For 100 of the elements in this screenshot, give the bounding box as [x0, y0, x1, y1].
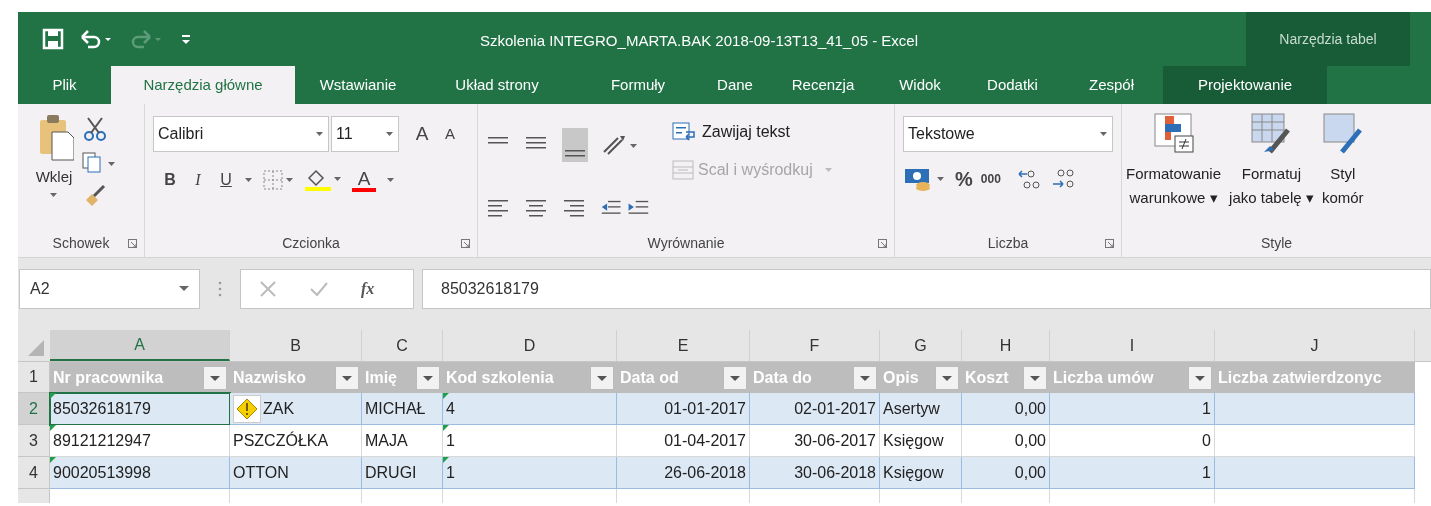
column-title: Opis — [883, 367, 919, 388]
cell-text: DRUGI — [365, 462, 417, 483]
filter-dropdown-icon[interactable] — [335, 365, 359, 390]
caret-icon — [50, 192, 58, 198]
ribbon-tab[interactable]: Projektowanie — [1163, 66, 1327, 104]
row-header[interactable]: 1 — [18, 362, 50, 393]
column-header[interactable]: A — [50, 330, 230, 361]
ribbon-tab[interactable]: Recenzja — [767, 66, 879, 104]
cell-text: 4 — [446, 398, 455, 419]
column-header[interactable]: B — [230, 330, 362, 361]
undo-icon[interactable] — [80, 29, 114, 49]
filter-dropdown-icon[interactable] — [416, 365, 440, 390]
ribbon-tab[interactable]: Zespół — [1064, 66, 1159, 104]
caret-icon — [386, 131, 394, 137]
caret-icon — [1100, 131, 1108, 137]
dialog-launcher-icon[interactable] — [1105, 239, 1115, 249]
style-button[interactable]: Formatuj jako tabelę ▾ — [1229, 112, 1314, 229]
window-title: Szkolenia INTEGRO_MARTA.BAK 2018-09-13T13_41_05 - Excel — [480, 31, 918, 51]
font-name-field[interactable]: Calibri — [153, 116, 329, 152]
shrink-font-button[interactable]: A — [437, 122, 463, 146]
dialog-launcher-icon[interactable] — [878, 239, 888, 249]
column-header[interactable]: C — [362, 330, 443, 361]
filter-dropdown-icon[interactable] — [853, 365, 877, 390]
column-header[interactable]: E — [617, 330, 750, 361]
italic-button[interactable]: I — [189, 168, 207, 192]
filter-dropdown-icon[interactable] — [203, 365, 227, 390]
cell-text: Księgow — [883, 462, 944, 483]
cell-text: MAJA — [365, 430, 408, 451]
ribbon-tab[interactable]: Narzędzia główne — [111, 66, 295, 104]
cell-text: 30-06-2017 — [794, 430, 876, 451]
row-header[interactable]: 2 — [18, 393, 50, 425]
fill-color-icon[interactable] — [303, 168, 341, 192]
name-box[interactable]: A2 — [19, 269, 200, 309]
dialog-launcher-icon[interactable] — [128, 239, 138, 249]
column-header[interactable]: H — [962, 330, 1050, 361]
ribbon-tab[interactable]: Formuły — [573, 66, 703, 104]
ribbon-tab[interactable]: Dane — [703, 66, 767, 104]
insert-function-button[interactable]: fx — [361, 277, 375, 301]
style-button[interactable]: Formatowanie warunkowe ▾ — [1126, 112, 1222, 229]
ribbon-tab[interactable]: Dodatki — [961, 66, 1064, 104]
percent-button[interactable]: % — [955, 164, 973, 194]
filter-dropdown-icon[interactable] — [935, 365, 959, 390]
cell-text: Księgow — [883, 430, 944, 451]
column-header[interactable]: I — [1050, 330, 1215, 361]
filter-dropdown-icon[interactable] — [1023, 365, 1047, 390]
cell-text: 1 — [1202, 398, 1211, 419]
group-label: Wyrównanie — [647, 233, 725, 253]
group-label: Schowek — [52, 233, 110, 253]
column-header[interactable]: G — [880, 330, 962, 361]
row-header[interactable]: 3 — [18, 425, 50, 457]
cell-text: PSZCZÓŁKA — [233, 430, 329, 451]
cell-text: 90020513998 — [53, 462, 151, 483]
comma-style-button[interactable]: 000 — [980, 170, 1001, 188]
paste-button[interactable]: Wklej — [26, 112, 82, 229]
font-color-button[interactable]: A — [351, 168, 377, 192]
cell-styles-icon — [1321, 112, 1364, 156]
column-title: Kod szkolenia — [446, 367, 554, 388]
filter-dropdown-icon[interactable] — [590, 365, 614, 390]
borders-icon[interactable] — [263, 170, 293, 190]
ribbon-tab[interactable]: Wstawianie — [295, 66, 421, 104]
conditional-formatting-icon — [1152, 112, 1195, 156]
cell-text: 0,00 — [1014, 462, 1046, 483]
ribbon-tab[interactable]: Plik — [18, 66, 111, 104]
style-button[interactable]: Styl komór — [1321, 112, 1364, 229]
cell-text: 89121212947 — [53, 430, 151, 451]
cell-text: MICHAŁ — [365, 398, 426, 419]
number-format-field[interactable]: Tekstowe — [903, 116, 1113, 152]
context-group-label: Narzędzia tabel — [1246, 12, 1410, 66]
column-header[interactable]: D — [443, 330, 617, 361]
column-title: Nr pracownika — [53, 367, 164, 388]
cell-text: 85032618179 — [53, 398, 151, 419]
dialog-launcher-icon[interactable] — [461, 239, 471, 249]
ribbon-tab[interactable]: Widok — [879, 66, 961, 104]
copy-icon[interactable] — [82, 152, 116, 174]
caret-icon — [316, 131, 324, 137]
formula-input[interactable]: 85032618179 — [422, 269, 1431, 309]
group-label: Czcionka — [282, 233, 340, 253]
currency-icon[interactable] — [903, 167, 947, 191]
filter-dropdown-icon[interactable] — [723, 365, 747, 390]
filter-dropdown-icon[interactable] — [1188, 365, 1212, 390]
grow-font-button[interactable]: A — [409, 119, 435, 149]
cell-text: Asertyw — [883, 398, 940, 419]
cell-text: 1 — [446, 430, 455, 451]
cell-text: OTTON — [233, 462, 289, 483]
save-icon[interactable] — [42, 28, 64, 50]
column-title: Liczba umów — [1053, 367, 1154, 388]
bold-button[interactable]: B — [161, 168, 179, 192]
warning-icon[interactable] — [233, 394, 261, 423]
active-cell[interactable]: 85032618179 — [50, 393, 230, 425]
ribbon-tab[interactable]: Układ strony — [421, 66, 573, 104]
wrap-text-button[interactable]: Zawijaj tekst — [672, 120, 833, 144]
column-title: Liczba zatwierdzonyc — [1218, 367, 1382, 388]
underline-button[interactable]: U — [217, 168, 235, 192]
increase-decimal-icon[interactable] — [1016, 168, 1043, 190]
row-header[interactable]: 4 — [18, 457, 50, 489]
column-header[interactable]: F — [750, 330, 880, 361]
column-header[interactable]: J — [1215, 330, 1415, 361]
decrease-decimal-icon[interactable] — [1050, 168, 1077, 190]
cell-text: 0,00 — [1014, 430, 1046, 451]
font-size-field[interactable]: 11 — [331, 116, 399, 152]
